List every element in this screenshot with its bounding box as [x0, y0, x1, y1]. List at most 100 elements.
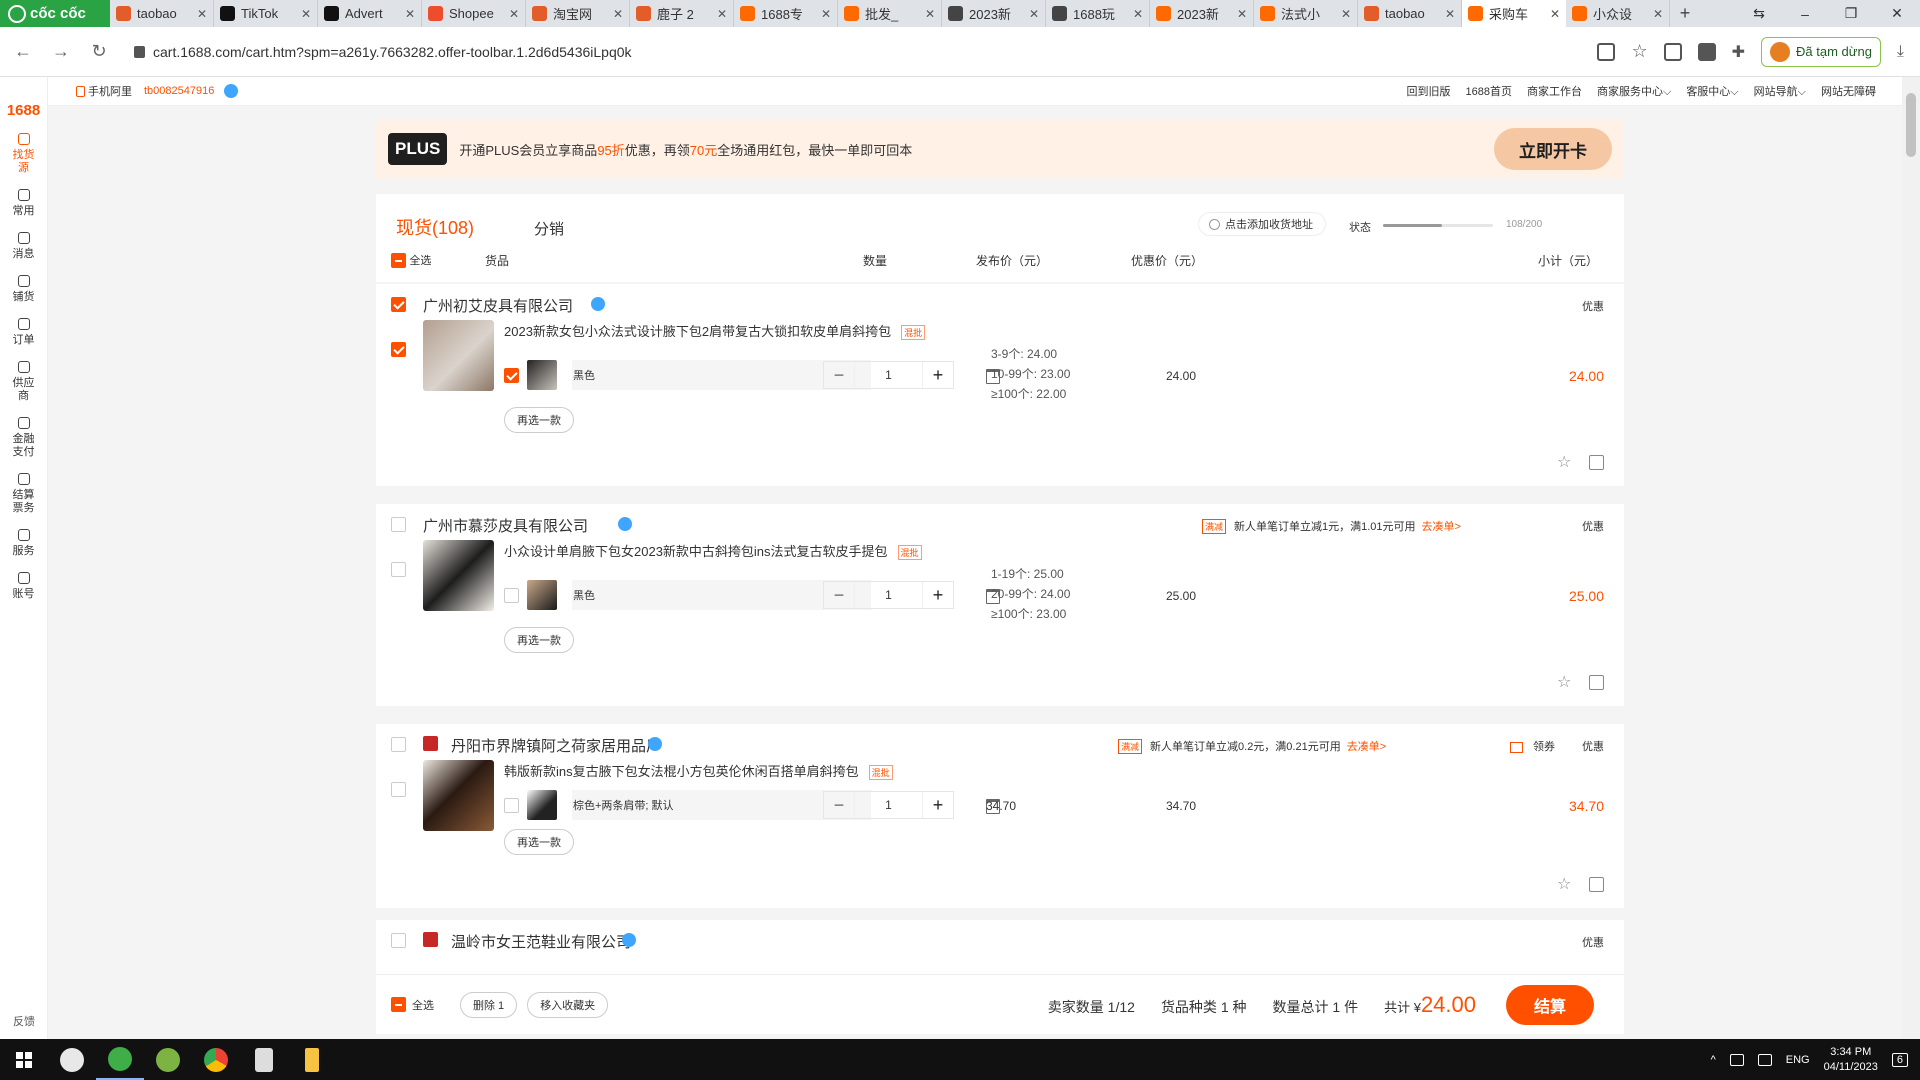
profile-paused-button[interactable]: Đã tạm dừng [1761, 36, 1881, 67]
start-button[interactable] [0, 1039, 48, 1080]
quantity-input[interactable]: 1 [854, 792, 923, 818]
url-field[interactable]: cart.1688.com/cart.htm?spm=a261y.7663282… [134, 44, 1597, 60]
browser-tab[interactable]: 批发_ ✕ [838, 0, 942, 27]
feedback-link[interactable]: 反馈 [0, 1013, 48, 1029]
deal-label[interactable]: 优惠 [1582, 518, 1604, 534]
sku-checkbox[interactable] [504, 797, 519, 813]
checkout-button[interactable]: 结算 [1506, 984, 1594, 1025]
favorite-star-icon[interactable]: ☆ [1557, 455, 1573, 471]
deal-label[interactable]: 优惠 [1582, 298, 1604, 314]
taskbar-app-calculator[interactable] [240, 1039, 288, 1080]
browser-tab[interactable]: taobao ✕ [110, 0, 214, 27]
top-nav-link[interactable]: 网站无障碍 [1821, 83, 1876, 99]
browser-tab[interactable]: 2023新 ✕ [942, 0, 1046, 27]
item-checkbox[interactable] [391, 562, 406, 577]
top-nav-link[interactable]: 客服中心⌵ [1686, 83, 1738, 99]
download-icon[interactable] [1697, 42, 1716, 61]
forward-button[interactable]: → [46, 41, 76, 62]
product-title[interactable]: 2023新款女包小众法式设计腋下包2肩带复古大锁扣软皮单肩斜挎包 混批 [504, 321, 926, 341]
shop-checkbox[interactable] [391, 297, 406, 312]
increase-qty-button[interactable]: + [923, 365, 953, 386]
tab-in-stock[interactable]: 现货(108) [396, 214, 474, 240]
bookmark-star-icon[interactable]: ☆ [1631, 41, 1647, 62]
shop-name[interactable]: 广州初艾皮具有限公司 [423, 295, 573, 316]
reselect-button[interactable]: 再选一款 [504, 829, 574, 855]
move-to-favorites-button[interactable]: 移入收藏夹 [527, 991, 609, 1018]
delete-icon[interactable] [1589, 877, 1604, 892]
get-coupon-button[interactable]: 领券 [1510, 738, 1555, 754]
extensions-icon[interactable]: ✚ [1732, 42, 1745, 62]
deal-label[interactable]: 优惠 [1582, 934, 1604, 950]
close-tab-icon[interactable]: ✕ [1237, 7, 1247, 21]
reselect-button[interactable]: 再选一款 [504, 627, 574, 653]
shop-checkbox[interactable] [391, 737, 406, 752]
close-tab-icon[interactable]: ✕ [1550, 7, 1560, 21]
footer-select-all-checkbox[interactable] [391, 997, 406, 1012]
close-tab-icon[interactable]: ✕ [509, 7, 519, 21]
close-tab-icon[interactable]: ✕ [925, 7, 935, 21]
favorite-star-icon[interactable]: ☆ [1557, 877, 1573, 893]
promo-go-link[interactable]: 去凑单> [1347, 741, 1386, 753]
select-all-checkbox[interactable] [391, 253, 406, 269]
product-title[interactable]: 韩版新款ins复古腋下包女法棍小方包英伦休闲百搭单肩斜挎包 混批 [504, 761, 893, 781]
browser-tab[interactable]: taobao ✕ [1358, 0, 1462, 27]
downloads-icon[interactable]: ⤓ [1897, 43, 1904, 61]
new-tab-button[interactable]: + [1670, 3, 1700, 24]
close-tab-icon[interactable]: ✕ [1445, 7, 1455, 21]
item-checkbox[interactable] [391, 782, 406, 797]
sku-checkbox[interactable] [504, 587, 519, 603]
sidebar-item[interactable]: 金融支付 [0, 417, 47, 459]
add-address-button[interactable]: 点击添加收货地址 [1198, 212, 1326, 236]
sidebar-item[interactable]: 结算票务 [0, 473, 47, 515]
browser-tab[interactable]: Advert ✕ [318, 0, 422, 27]
footer-select-all[interactable]: 全选 [391, 997, 434, 1013]
delete-selected-button[interactable]: 删除 1 [460, 991, 518, 1018]
quantity-input[interactable]: 1 [854, 582, 923, 608]
item-checkbox[interactable] [391, 342, 406, 357]
close-tab-icon[interactable]: ✕ [405, 7, 415, 21]
shield-icon[interactable] [1663, 42, 1682, 61]
shop-name[interactable]: 丹阳市界牌镇阿之荷家居用品厂 [451, 735, 661, 756]
product-image[interactable] [423, 760, 494, 831]
restore-button[interactable]: ❐ [1828, 5, 1874, 22]
sidebar-item[interactable]: 订单 [0, 318, 47, 347]
tab-search-icon[interactable]: ⇆ [1736, 5, 1782, 22]
mobile-ali-link[interactable]: 手机阿里 [76, 83, 132, 99]
shop-name[interactable]: 温岭市女王范鞋业有限公司 [451, 931, 631, 952]
browser-brand[interactable]: cốc cốc [0, 0, 110, 27]
shop-checkbox[interactable] [391, 517, 406, 532]
close-tab-icon[interactable]: ✕ [717, 7, 727, 21]
notification-center-icon[interactable]: 6 [1891, 1052, 1908, 1067]
translate-icon[interactable] [1597, 42, 1616, 61]
shop-checkbox[interactable] [391, 933, 406, 948]
shop-name[interactable]: 广州市慕莎皮具有限公司 [423, 515, 588, 536]
deal-label[interactable]: 优惠 [1582, 738, 1604, 754]
top-nav-link[interactable]: 网站导航⌵ [1754, 83, 1806, 99]
sidebar-item[interactable]: 服务 [0, 529, 47, 558]
sidebar-item[interactable]: 找货源 [0, 133, 47, 175]
reload-button[interactable]: ↻ [84, 41, 114, 62]
network-icon[interactable] [1729, 1053, 1744, 1066]
close-tab-icon[interactable]: ✕ [1653, 7, 1663, 21]
increase-qty-button[interactable]: + [923, 795, 953, 816]
sidebar-item[interactable]: 消息 [0, 232, 47, 261]
keyboard-icon[interactable] [1757, 1053, 1772, 1066]
tab-distribution[interactable]: 分销 [534, 218, 564, 239]
top-nav-link[interactable]: 商家服务中心⌵ [1597, 83, 1671, 99]
close-tab-icon[interactable]: ✕ [1133, 7, 1143, 21]
browser-tab[interactable]: 1688玩 ✕ [1046, 0, 1150, 27]
close-tab-icon[interactable]: ✕ [1341, 7, 1351, 21]
username-link[interactable]: tb0082547916 [144, 85, 214, 97]
minimize-button[interactable]: – [1782, 6, 1828, 22]
product-image[interactable] [423, 320, 494, 391]
reselect-button[interactable]: 再选一款 [504, 407, 574, 433]
language-indicator[interactable]: ENG [1786, 1054, 1810, 1066]
close-tab-icon[interactable]: ✕ [613, 7, 623, 21]
quantity-input[interactable]: 1 [854, 362, 923, 388]
browser-tab[interactable]: 1688专 ✕ [734, 0, 838, 27]
taskbar-app-files[interactable] [288, 1039, 336, 1080]
close-window-button[interactable]: ✕ [1874, 5, 1920, 22]
browser-tab[interactable]: 小众设 ✕ [1566, 0, 1670, 27]
product-title[interactable]: 小众设计单肩腋下包女2023新款中古斜挎包ins法式复古软皮手提包 混批 [504, 541, 922, 561]
sidebar-item[interactable]: 常用 [0, 189, 47, 218]
